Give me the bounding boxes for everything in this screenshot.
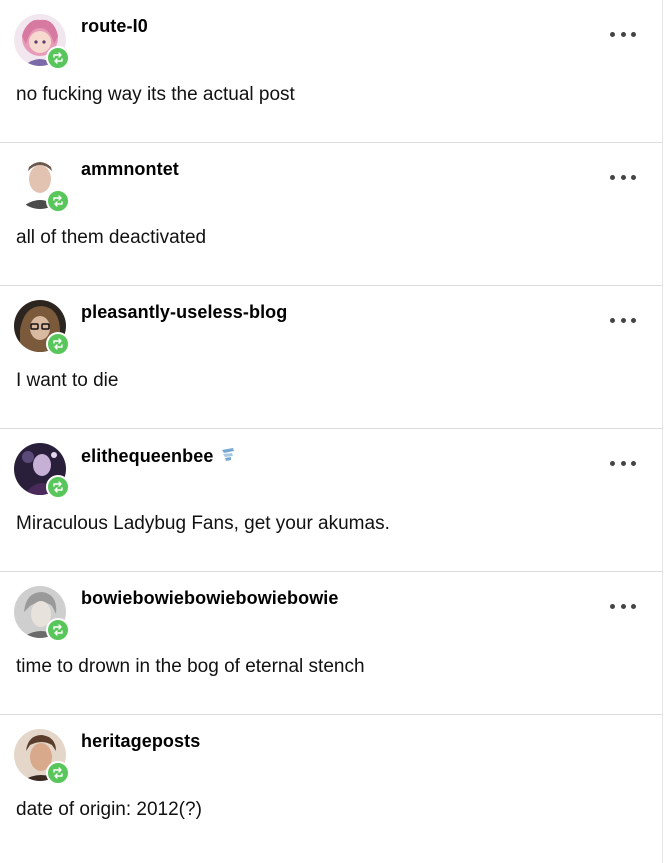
more-options-icon[interactable] [610,600,636,612]
note-item: heritageposts date of origin: 2012(?) [0,715,662,858]
reblog-icon [46,618,70,642]
more-options-icon[interactable] [610,314,636,326]
avatar-wrap[interactable] [14,300,70,356]
username-text[interactable]: route-I0 [81,16,148,37]
avatar-wrap[interactable] [14,14,70,70]
username[interactable]: ammnontet [81,159,179,180]
reblog-icon [46,46,70,70]
username[interactable]: route-I0 [81,16,148,37]
note-text: I want to die [16,370,119,391]
note-item: pleasantly-useless-blog I want to die [0,286,662,429]
reblog-icon [46,475,70,499]
username-text[interactable]: pleasantly-useless-blog [81,302,287,323]
note-text: date of origin: 2012(?) [16,799,202,820]
avatar-wrap[interactable] [14,443,70,499]
username-text[interactable]: bowiebowiebowiebowiebowie [81,588,339,609]
more-options-icon[interactable] [610,457,636,469]
note-item: ammnontet all of them deactivated [0,143,662,286]
note-text: all of them deactivated [16,227,207,248]
username[interactable]: bowiebowiebowiebowiebowie [81,588,339,609]
more-options-icon[interactable] [610,171,636,183]
avatar-wrap[interactable] [14,157,70,213]
note-text: Miraculous Ladybug Fans, get your akumas… [16,513,390,534]
more-options-icon[interactable] [610,28,636,40]
reblog-icon [46,332,70,356]
note-text: no fucking way its the actual post [16,84,295,105]
note-item: bowiebowiebowiebowiebowie time to drown … [0,572,662,715]
avatar-wrap[interactable] [14,586,70,642]
note-item: elithequeenbee Miraculous Ladybug Fans, … [0,429,662,572]
username[interactable]: elithequeenbee [81,445,237,468]
avatar-wrap[interactable] [14,729,70,785]
note-text: time to drown in the bog of eternal sten… [16,656,365,677]
note-item: route-I0 no fucking way its the actual p… [0,0,662,143]
username-text[interactable]: ammnontet [81,159,179,180]
reblog-icon [46,761,70,785]
notes-feed: route-I0 no fucking way its the actual p… [0,0,663,863]
username-text[interactable]: elithequeenbee [81,446,213,467]
blue-badge-icon [219,445,237,468]
username[interactable]: heritageposts [81,731,200,752]
username[interactable]: pleasantly-useless-blog [81,302,287,323]
username-text[interactable]: heritageposts [81,731,200,752]
reblog-icon [46,189,70,213]
